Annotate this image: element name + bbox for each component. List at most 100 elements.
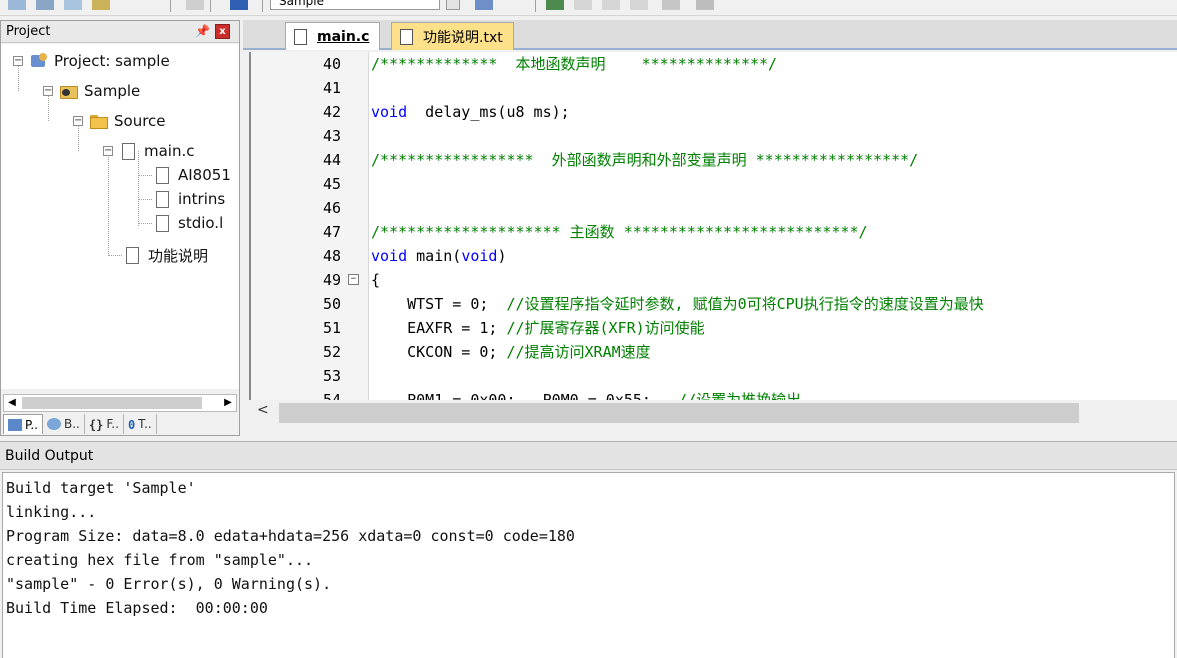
project-panel: Project 📌 x − Project: sample − Sample −… — [0, 20, 240, 436]
scroll-left-icon[interactable]: ◀ — [4, 395, 20, 411]
toolbar-button-icon[interactable] — [630, 0, 648, 10]
toolbar-button-icon[interactable] — [36, 0, 54, 10]
code-line[interactable]: 40 /************* 本地函数声明 **************/ — [251, 52, 1177, 76]
file-icon — [123, 247, 141, 264]
options-icon[interactable] — [475, 0, 493, 10]
code-text: CKCON = 0; //提高访问XRAM速度 — [371, 340, 651, 364]
code-token: { — [371, 271, 381, 289]
code-comment: //扩展寄存器(XFR)访问使能 — [506, 319, 705, 337]
line-number: 46 — [322, 199, 341, 217]
tree-line — [108, 255, 122, 256]
editor-area: main.c 功能说明.txt 40 /************* 本地函数声明 … — [243, 20, 1177, 436]
project-panel-title: Project — [6, 24, 51, 39]
tree-item-label: 功能说明 — [148, 246, 209, 265]
tree-item-main-c[interactable]: − main.c — [103, 139, 195, 163]
tree-item-header[interactable]: stdio.l — [153, 211, 223, 235]
code-token: WTST = — [371, 295, 471, 313]
tree-item-source-group[interactable]: − Source — [73, 109, 166, 133]
toolbar-button-icon[interactable] — [8, 0, 26, 10]
toolbar-separator — [262, 0, 263, 12]
tree-item-label: main.c — [144, 142, 195, 160]
tab-functions[interactable]: {} F.. — [85, 414, 124, 434]
toolbar-button-icon[interactable] — [92, 0, 110, 10]
books-icon — [47, 418, 61, 430]
tree-item-readme[interactable]: 功能说明 — [123, 243, 208, 267]
code-comment: /***************** 外部函数声明和外部变量声明 *******… — [371, 151, 919, 169]
collapse-icon[interactable]: − — [103, 146, 113, 156]
tab-main-c[interactable]: main.c — [285, 22, 381, 50]
tree-item-label: stdio.l — [178, 214, 224, 232]
tree-item-header[interactable]: AI8051 — [153, 163, 231, 187]
toolbar-button-icon[interactable] — [186, 0, 204, 10]
toolbar-separator — [170, 0, 171, 12]
tree-item-target[interactable]: − Sample — [43, 79, 140, 103]
scroll-right-icon[interactable]: ▶ — [220, 395, 236, 411]
scrollbar-thumb[interactable] — [279, 403, 1079, 423]
toolbar-button-icon[interactable] — [64, 0, 82, 10]
editor-horizontal-scrollbar[interactable]: < — [249, 400, 1177, 426]
code-text: WTST = 0; //设置程序指令延时参数, 赋值为0可将CPU执行指令的速度… — [371, 292, 984, 316]
panel-tabs: P.. B.. {} F.. 0 T.. — [3, 413, 239, 435]
tree-line — [138, 223, 152, 224]
collapse-icon[interactable]: − — [73, 116, 83, 126]
manage-icon[interactable] — [546, 0, 564, 10]
build-output-text[interactable]: Build target 'Sample' linking... Program S… — [2, 472, 1175, 658]
code-line[interactable]: 49− { — [251, 268, 1177, 292]
build-output-title: Build Output — [0, 442, 1177, 470]
toolbar-button-icon[interactable] — [662, 0, 680, 10]
code-token: delay_ms(u8 ms); — [407, 103, 570, 121]
scroll-left-icon[interactable]: < — [257, 402, 269, 418]
code-line[interactable]: 48 void main(void) — [251, 244, 1177, 268]
tab-readme-txt[interactable]: 功能说明.txt — [391, 22, 514, 50]
code-text: /******************** 主函数 **************… — [371, 220, 868, 244]
code-text: void main(void) — [371, 244, 506, 268]
tab-books[interactable]: B.. — [43, 414, 85, 434]
code-line[interactable]: 47 /******************** 主函数 ************… — [251, 220, 1177, 244]
toolbar-button-icon[interactable] — [696, 0, 714, 10]
pin-icon[interactable]: 📌 — [195, 24, 210, 38]
file-icon — [400, 28, 413, 45]
build-output-line: creating hex file from "sample"... — [6, 551, 314, 569]
tree-line — [138, 199, 152, 200]
target-select[interactable]: Sample — [270, 0, 440, 10]
code-line[interactable]: 53 — [251, 364, 1177, 388]
code-keyword: void — [371, 247, 408, 265]
code-line[interactable]: 42 void delay_ms(u8 ms); — [251, 100, 1177, 124]
editor-tab-bar: main.c 功能说明.txt — [243, 20, 1177, 50]
code-line[interactable]: 41 — [251, 76, 1177, 100]
tree-horizontal-scrollbar[interactable]: ◀ ▶ — [3, 394, 237, 412]
line-number: 41 — [322, 79, 341, 97]
line-number: 50 — [322, 295, 341, 313]
close-icon[interactable]: x — [215, 24, 230, 39]
toolbar-button-icon[interactable] — [574, 0, 592, 10]
code-line[interactable]: 45 — [251, 172, 1177, 196]
scrollbar-thumb[interactable] — [22, 397, 202, 409]
tree-line — [138, 175, 152, 176]
tree-item-header[interactable]: intrins — [153, 187, 225, 211]
file-icon — [153, 191, 171, 208]
code-line[interactable]: 46 — [251, 196, 1177, 220]
code-line[interactable]: 43 — [251, 124, 1177, 148]
code-line[interactable]: 51 EAXFR = 1; //扩展寄存器(XFR)访问使能 — [251, 316, 1177, 340]
line-number: 47 — [322, 223, 341, 241]
fold-toggle-icon[interactable]: − — [348, 274, 359, 285]
code-token: main( — [407, 247, 462, 265]
collapse-icon[interactable]: − — [43, 86, 53, 96]
line-number: 45 — [322, 175, 341, 193]
code-line[interactable]: 50 WTST = 0; //设置程序指令延时参数, 赋值为0可将CPU执行指令… — [251, 292, 1177, 316]
code-line[interactable]: 52 CKCON = 0; //提高访问XRAM速度 — [251, 340, 1177, 364]
tree-item-label: Project: sample — [54, 52, 170, 70]
tree-item-project[interactable]: − Project: sample — [13, 49, 170, 73]
collapse-icon[interactable]: − — [13, 56, 23, 66]
tab-project[interactable]: P.. — [3, 414, 43, 434]
toolbar-button-icon[interactable] — [602, 0, 620, 10]
target-select-arrow-icon[interactable] — [446, 0, 460, 10]
toolbar: Sample — [0, 0, 1177, 16]
line-number: 52 — [322, 343, 341, 361]
code-token: EAXFR = — [371, 319, 480, 337]
code-line[interactable]: 44 /***************** 外部函数声明和外部变量声明 *****… — [251, 148, 1177, 172]
line-number: 43 — [322, 127, 341, 145]
download-icon[interactable] — [230, 0, 248, 10]
tab-templates[interactable]: 0 T.. — [124, 414, 157, 434]
code-editor[interactable]: 40/************* 本地函数声明 **************/ 4… — [249, 52, 1177, 422]
